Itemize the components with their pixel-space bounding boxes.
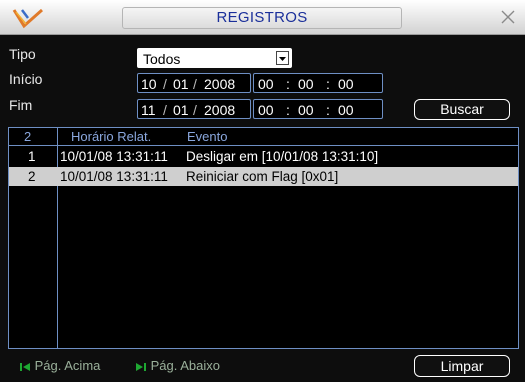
next-page-icon [136,362,146,371]
fim-year: 2008 [204,102,236,118]
date-separator: / [193,76,197,92]
inicio-minute: 00 [298,76,314,92]
fim-date-field[interactable]: 11 / 01 / 2008 [137,99,251,119]
limpar-button[interactable]: Limpar [414,355,510,377]
buscar-button[interactable]: Buscar [414,99,510,120]
inicio-day: 10 [141,76,157,92]
title-bar: REGISTROS [0,0,525,35]
row-time: 10/01/08 13:31:11 [60,169,168,184]
brand-logo-icon [12,8,43,29]
fim-second: 00 [338,102,354,118]
inicio-month: 01 [173,76,189,92]
fim-month: 01 [173,102,189,118]
fim-label: Fim [9,97,33,113]
inicio-second: 00 [338,76,354,92]
date-separator: / [193,102,197,118]
table-row[interactable]: 1 10/01/08 13:31:11 Desligar em [10/01/0… [9,147,518,166]
fim-minute: 00 [298,102,314,118]
prev-page-icon [20,362,30,371]
page-up-label: Pág. Acima [34,358,101,373]
inicio-hour: 00 [258,76,274,92]
fim-time-field[interactable]: 00 : 00 : 00 [253,99,383,119]
chevron-down-icon[interactable] [276,51,289,65]
close-icon[interactable] [499,8,517,26]
tipo-select[interactable]: Todos [137,48,292,68]
row-index: 1 [28,149,36,164]
header-horario: Horário Relat. [71,129,152,144]
header-count: 2 [24,129,32,144]
registros-window: REGISTROS Tipo Todos Início 10 / 01 / 20… [0,0,525,382]
row-index: 2 [28,169,36,184]
time-separator: : [286,102,290,118]
inicio-time-field[interactable]: 00 : 00 : 00 [253,73,383,93]
date-separator: / [163,76,167,92]
registros-table: 2 Horário Relat. Evento 1 10/01/08 13:31… [8,127,519,349]
table-header: 2 Horário Relat. Evento [9,128,518,146]
time-separator: : [286,76,290,92]
table-row-selected[interactable]: 2 10/01/08 13:31:11 Reiniciar com Flag [… [9,167,518,186]
fim-day: 11 [141,102,156,118]
time-separator: : [326,76,330,92]
row-time: 10/01/08 13:31:11 [60,149,168,164]
tipo-select-value: Todos [143,51,181,67]
inicio-date-field[interactable]: 10 / 01 / 2008 [137,73,251,93]
inicio-label: Início [9,71,43,87]
header-evento: Evento [187,129,228,144]
date-separator: / [163,102,167,118]
page-down-button[interactable]: Pág. Abaixo [135,358,220,374]
window-title-box: REGISTROS [122,7,402,29]
fim-hour: 00 [258,102,274,118]
page-up-button[interactable]: Pág. Acima [19,358,100,374]
page-down-label: Pág. Abaixo [150,358,221,373]
time-separator: : [326,102,330,118]
row-event: Reiniciar com Flag [0x01] [186,169,339,184]
inicio-year: 2008 [204,76,236,92]
window-title: REGISTROS [216,9,308,26]
tipo-label: Tipo [9,46,36,62]
row-event: Desligar em [10/01/08 13:31:10] [186,149,379,164]
